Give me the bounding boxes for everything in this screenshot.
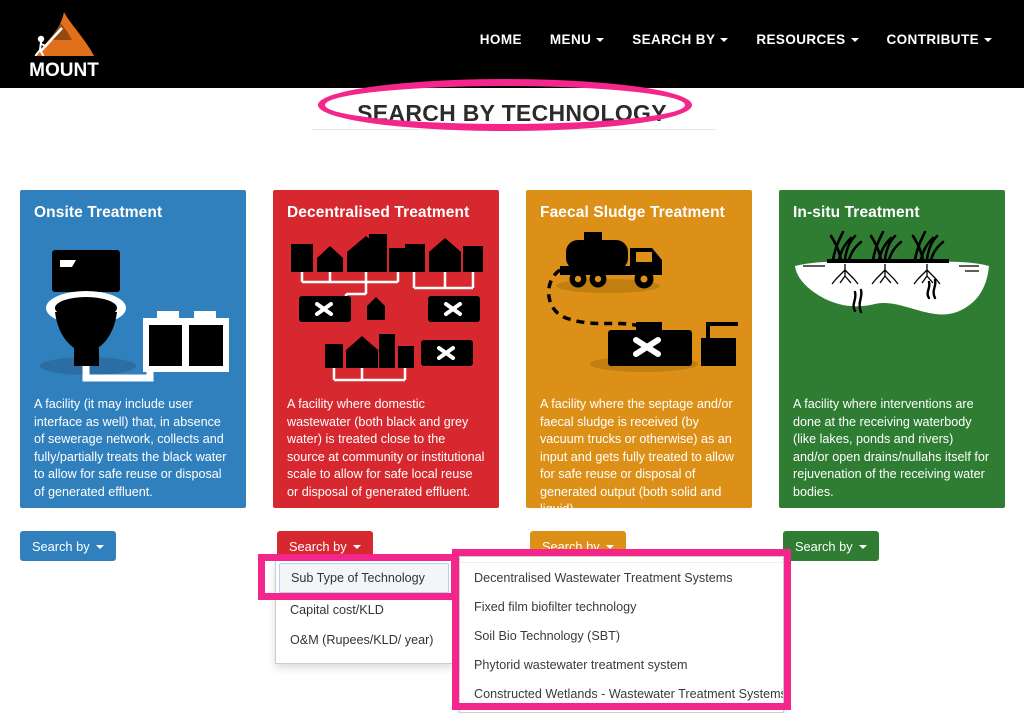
search-by-button-onsite[interactable]: Search by: [20, 531, 116, 561]
technology-card-decentralised[interactable]: Decentralised Treatment A facility where…: [273, 190, 499, 508]
chevron-down-icon: [984, 38, 992, 42]
search-by-label: Search by: [289, 538, 347, 554]
nav-item-label: SEARCH BY: [632, 32, 716, 47]
toilet-and-septic-tank-icon: [30, 226, 236, 394]
submenu-item[interactable]: Constructed Wetlands - Wastewater Treatm…: [460, 679, 783, 708]
vacuum-truck-and-plant-icon: [536, 226, 742, 394]
technology-submenu: Decentralised Wastewater Treatment Syste…: [459, 556, 784, 713]
nav-item-search-by[interactable]: SEARCH BY: [618, 32, 742, 47]
chevron-down-icon: [605, 544, 614, 549]
submenu-item[interactable]: Fixed film biofilter technology: [460, 592, 783, 621]
capital-cost-item[interactable]: Capital cost/KLD: [276, 595, 452, 625]
chevron-down-icon: [720, 38, 729, 42]
nav-item-label: MENU: [549, 32, 592, 47]
submenu-item[interactable]: Decentralised Wastewater Treatment Syste…: [460, 563, 783, 592]
nav-item-label: CONTRIBUTE: [886, 32, 979, 47]
chevron-down-icon: [596, 38, 605, 42]
waterbody-with-plants-icon: [789, 226, 995, 394]
buildings-and-treatment-plant-icon: [283, 226, 489, 394]
nav-item-home[interactable]: HOME: [466, 32, 536, 47]
logo-wordmark: MOUNT: [29, 60, 99, 80]
site-header: MOUNT HOME MENU SEARCH BY RESOURCES CONT…: [0, 0, 1024, 88]
om-cost-item[interactable]: O&M (Rupees/KLD/ year): [276, 625, 452, 655]
search-by-button-in-situ[interactable]: Search by: [783, 531, 879, 561]
chevron-down-icon: [95, 544, 104, 549]
submenu-item[interactable]: Soil Bio Technology (SBT): [460, 621, 783, 650]
sub-type-of-technology-item[interactable]: Sub Type of Technology: [279, 563, 449, 593]
technology-card-faecal-sludge[interactable]: Faecal Sludge Treatment A facility where…: [526, 190, 752, 508]
card-title: In-situ Treatment: [793, 204, 920, 221]
submenu-item[interactable]: Fixed film biofilter technology: [460, 708, 783, 712]
search-by-button-decentralised[interactable]: Search by: [277, 531, 373, 561]
chevron-down-icon: [352, 544, 361, 549]
technology-card-in-situ[interactable]: In-situ Treatment A facility where inter…: [779, 190, 1005, 508]
card-title: Decentralised Treatment: [287, 204, 470, 221]
search-by-label: Search by: [542, 538, 600, 554]
submenu-item[interactable]: Phytorid wastewater treatment system: [460, 650, 783, 679]
main-navigation: HOME MENU SEARCH BY RESOURCES CONTRIBUTE: [466, 32, 1006, 47]
title-divider: [312, 129, 716, 130]
search-by-dropdown-menu: Sub Type of Technology Capital cost/KLD …: [275, 561, 453, 664]
page-root: MOUNT HOME MENU SEARCH BY RESOURCES CONT…: [0, 0, 1024, 713]
card-description: A facility where domestic wastewater (bo…: [287, 397, 485, 499]
card-description: A facility where interventions are done …: [793, 397, 990, 499]
card-title: Faecal Sludge Treatment: [540, 204, 725, 221]
page-title: SEARCH BY TECHNOLOGY: [357, 100, 667, 126]
card-description: A facility where the septage and/or faec…: [540, 397, 734, 508]
card-title: Onsite Treatment: [34, 204, 163, 221]
card-description: A facility (it may include user interfac…: [34, 397, 227, 499]
technology-card-grid: Onsite Treatment A facility (it may incl…: [0, 190, 1024, 510]
nav-item-contribute[interactable]: CONTRIBUTE: [873, 32, 1007, 47]
chevron-down-icon: [858, 544, 867, 549]
search-by-label: Search by: [795, 538, 853, 554]
nav-item-resources[interactable]: RESOURCES: [742, 32, 872, 47]
nav-item-label: RESOURCES: [756, 32, 846, 47]
nav-item-menu[interactable]: MENU: [536, 32, 618, 47]
technology-card-onsite[interactable]: Onsite Treatment A facility (it may incl…: [20, 190, 246, 508]
site-logo[interactable]: MOUNT: [18, 8, 110, 81]
search-by-label: Search by: [32, 538, 90, 554]
nav-item-label: HOME: [479, 32, 522, 47]
chevron-down-icon: [850, 38, 859, 42]
